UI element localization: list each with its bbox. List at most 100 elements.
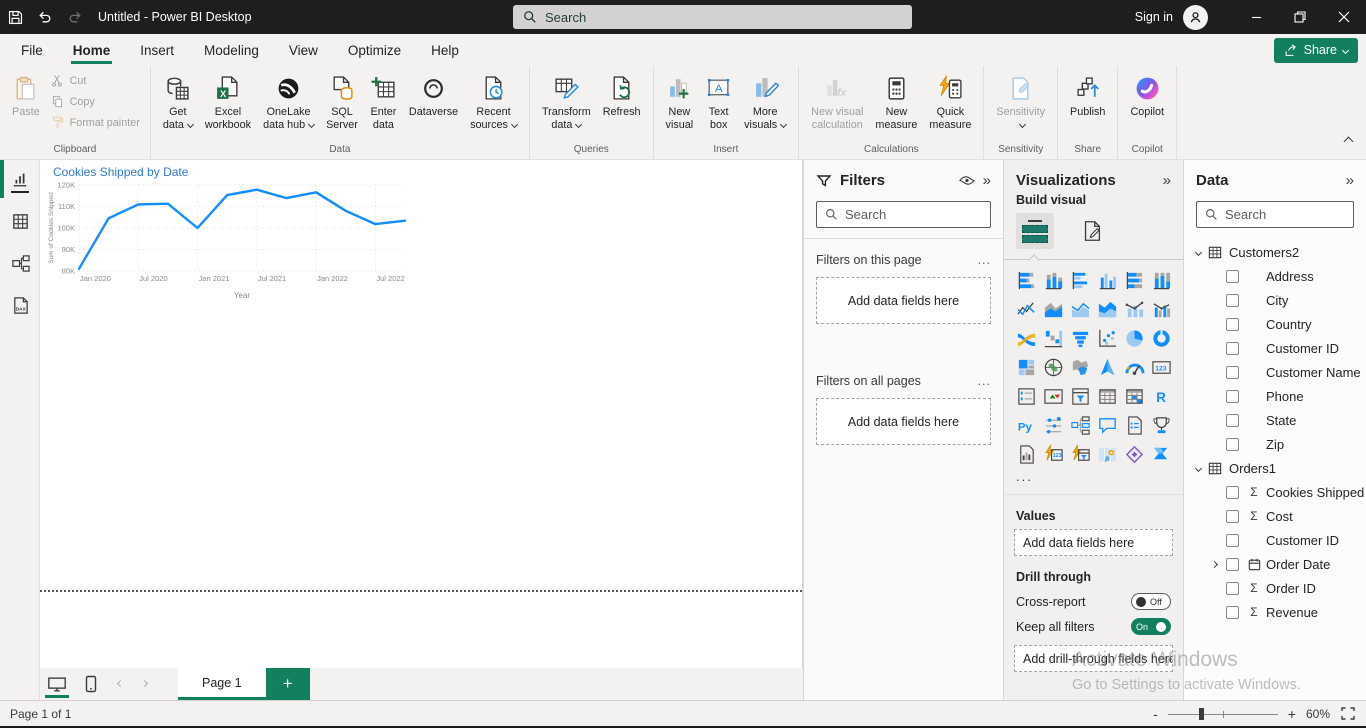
chevron-down-icon[interactable] [1194, 248, 1203, 256]
viz-type-scatter-chart-icon[interactable] [1095, 326, 1120, 351]
field-cookies-shipped[interactable]: Σ Cookies Shipped [1184, 480, 1366, 504]
viz-type-table-icon[interactable] [1095, 384, 1120, 409]
more-options-icon[interactable]: ... [978, 253, 991, 267]
viz-type-multi-row-card-icon[interactable] [1014, 384, 1039, 409]
new-page-button[interactable]: + [265, 668, 310, 700]
sidebar-item-report-view[interactable] [0, 160, 40, 202]
publish-button[interactable]: Publish [1064, 71, 1111, 121]
viz-type-area-chart-icon[interactable] [1041, 297, 1066, 322]
text-box-button[interactable]: A Text box [699, 71, 738, 135]
excel-workbook-button[interactable]: X Excel workbook [199, 71, 257, 135]
field-state[interactable]: State [1184, 408, 1366, 432]
share-button[interactable]: Share [1273, 37, 1358, 63]
field-checkbox[interactable] [1226, 389, 1239, 403]
viz-type-power-automate-icon[interactable] [1149, 442, 1174, 467]
minimize-button[interactable] [1234, 0, 1278, 34]
field-checkbox[interactable] [1226, 365, 1239, 379]
viz-type-stacked-column-chart-icon[interactable] [1041, 268, 1066, 293]
dataverse-button[interactable]: Dataverse [403, 71, 464, 121]
field-country[interactable]: Country [1184, 312, 1366, 336]
new-measure-button[interactable]: New measure [869, 71, 923, 135]
viz-type-slicer-new-icon[interactable] [1068, 442, 1093, 467]
quick-measure-button[interactable]: Quick measure [923, 71, 977, 135]
field-customer-name[interactable]: Customer Name [1184, 360, 1366, 384]
viz-type-line-and-stacked-column-chart-icon[interactable] [1122, 297, 1147, 322]
filters-dropzone-page[interactable]: Add data fields here [816, 277, 991, 324]
field-revenue[interactable]: Σ Revenue [1184, 600, 1366, 624]
viz-type-smart-narrative-icon[interactable] [1122, 413, 1147, 438]
viz-type-card-icon[interactable]: 123 [1149, 355, 1174, 380]
cross-report-toggle[interactable]: Off [1131, 593, 1171, 610]
recent-sources-button[interactable]: Recent sources [464, 71, 523, 135]
viz-type-clustered-bar-chart-icon[interactable] [1068, 268, 1093, 293]
enter-data-button[interactable]: Enter data [364, 71, 403, 135]
viz-type-treemap-icon[interactable] [1014, 355, 1039, 380]
restore-button[interactable] [1278, 0, 1322, 34]
report-canvas[interactable]: Cookies Shipped by Date 80K 90K 100K 110K 12… [40, 160, 803, 668]
more-visual-types[interactable]: ... [1004, 467, 1183, 490]
chevron-right-icon[interactable] [1210, 560, 1219, 568]
eye-icon[interactable] [958, 175, 975, 186]
chevron-down-icon[interactable] [1194, 464, 1203, 472]
zoom-out-button[interactable]: - [1153, 706, 1158, 722]
field-customer-id[interactable]: Customer ID [1184, 336, 1366, 360]
viz-type-gauge-icon[interactable] [1122, 355, 1147, 380]
viz-type-100-stacked-column-chart-icon[interactable] [1149, 268, 1174, 293]
viz-type-power-apps-icon[interactable] [1122, 442, 1147, 467]
field-customer-id[interactable]: Customer ID [1184, 528, 1366, 552]
transform-data-button[interactable]: Transform data [536, 71, 597, 135]
menu-item-insert[interactable]: Insert [125, 34, 189, 66]
global-search-input[interactable] [545, 9, 902, 25]
undo-icon[interactable] [30, 0, 60, 34]
viz-type-waterfall-chart-icon[interactable] [1041, 326, 1066, 351]
viz-type-map-icon[interactable] [1041, 355, 1066, 380]
field-order-id[interactable]: Σ Order ID [1184, 576, 1366, 600]
field-checkbox[interactable] [1226, 293, 1239, 307]
field-checkbox[interactable] [1226, 533, 1239, 547]
close-button[interactable] [1322, 0, 1366, 34]
zoom-slider-handle[interactable] [1198, 707, 1204, 720]
field-checkbox[interactable] [1226, 557, 1239, 571]
field-checkbox[interactable] [1226, 581, 1239, 595]
field-checkbox[interactable] [1226, 341, 1239, 355]
field-phone[interactable]: Phone [1184, 384, 1366, 408]
viz-type-stacked-bar-chart-icon[interactable] [1014, 268, 1039, 293]
field-checkbox[interactable] [1226, 413, 1239, 427]
menu-item-home[interactable]: Home [58, 34, 126, 66]
sql-server-button[interactable]: SQL Server [320, 71, 364, 135]
viz-type-decomposition-tree-icon[interactable] [1068, 413, 1093, 438]
filters-search-input[interactable] [845, 207, 982, 222]
viz-type-ribbon-chart-icon[interactable] [1014, 326, 1039, 351]
save-icon[interactable] [0, 0, 30, 34]
viz-type-line-and-clustered-column-chart-icon[interactable] [1149, 297, 1174, 322]
viz-type-slicer-icon[interactable] [1068, 384, 1093, 409]
build-visual-tab[interactable] [1016, 213, 1054, 249]
viz-type-paginated-report-icon[interactable] [1014, 442, 1039, 467]
field-zip[interactable]: Zip [1184, 432, 1366, 456]
viz-type-100-stacked-bar-chart-icon[interactable] [1122, 268, 1147, 293]
viz-type-stacked-area-chart-icon[interactable] [1068, 297, 1093, 322]
format-visual-tab[interactable] [1080, 218, 1104, 244]
sidebar-item-model-view[interactable] [0, 244, 40, 286]
viz-type-clustered-column-chart-icon[interactable] [1095, 268, 1120, 293]
menu-item-modeling[interactable]: Modeling [189, 34, 274, 66]
get-data-button[interactable]: Get data [157, 71, 199, 135]
menu-item-file[interactable]: File [6, 34, 58, 66]
field-city[interactable]: City [1184, 288, 1366, 312]
mobile-layout-button[interactable] [74, 668, 108, 700]
viz-type-qa-visual-icon[interactable] [1095, 413, 1120, 438]
values-dropzone[interactable]: Add data fields here [1014, 529, 1173, 556]
menu-item-view[interactable]: View [274, 34, 333, 66]
field-checkbox[interactable] [1226, 269, 1239, 283]
menu-item-help[interactable]: Help [416, 34, 474, 66]
fit-to-page-icon[interactable] [1340, 706, 1356, 721]
line-chart-visual[interactable]: Cookies Shipped by Date 80K 90K 100K 110K 12… [45, 162, 429, 304]
drill-through-dropzone[interactable]: Add drill-through fields here [1014, 645, 1173, 672]
zoom-slider[interactable] [1167, 707, 1278, 721]
field-address[interactable]: Address [1184, 264, 1366, 288]
field-checkbox[interactable] [1226, 317, 1239, 331]
field-cost[interactable]: Σ Cost [1184, 504, 1366, 528]
viz-type-100-stacked-area-chart-icon[interactable] [1095, 297, 1120, 322]
table-orders1[interactable]: Orders1 [1184, 456, 1366, 480]
viz-type-python-visual-icon[interactable]: Py [1014, 413, 1039, 438]
